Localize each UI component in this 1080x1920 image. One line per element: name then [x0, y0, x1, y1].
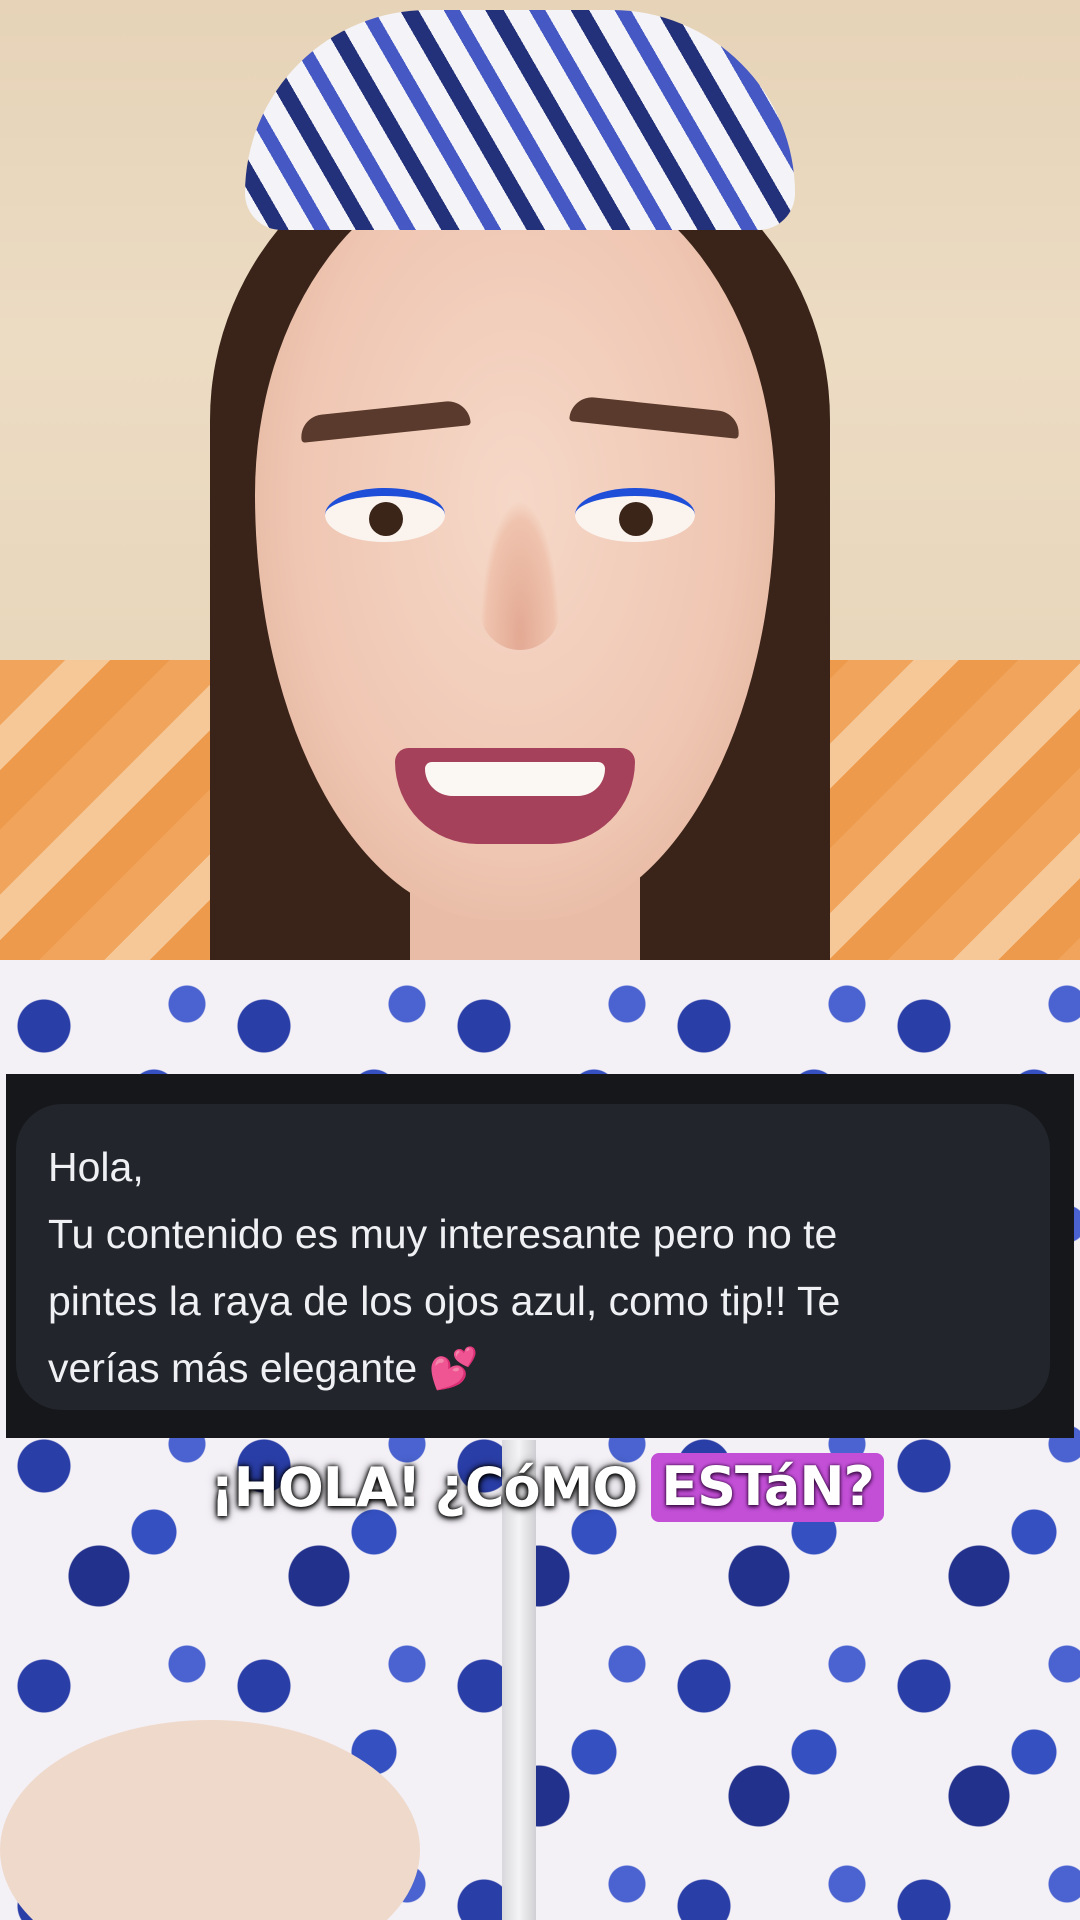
- left-eye: [325, 488, 445, 542]
- message-line: pintes la raya de los ojos azul, como ti…: [48, 1278, 841, 1324]
- caption-word: ¡HOLA!: [210, 1455, 422, 1519]
- video-frame: [0, 0, 1080, 1920]
- message-line: Tu contenido es muy interesante pero no …: [48, 1211, 838, 1257]
- message-line: verías más elegante 💕: [48, 1335, 1020, 1403]
- message-bubble: Hola, Tu contenido es muy interesante pe…: [16, 1104, 1050, 1410]
- person-mouth: [395, 748, 635, 844]
- caption-word: ¿CóMO: [434, 1455, 639, 1519]
- person-nose: [480, 500, 560, 650]
- person-headscarf: [245, 10, 795, 230]
- video-caption: ¡HOLA! ¿CóMO ESTáN?: [210, 1448, 884, 1526]
- message-screenshot-overlay: Hola, Tu contenido es muy interesante pe…: [6, 1074, 1074, 1438]
- two-hearts-icon: 💕: [428, 1347, 479, 1391]
- message-line: Hola,: [48, 1144, 144, 1190]
- caption-highlight-word: ESTáN?: [651, 1452, 884, 1522]
- message-line-text: verías más elegante: [48, 1345, 418, 1391]
- right-eye: [575, 488, 695, 542]
